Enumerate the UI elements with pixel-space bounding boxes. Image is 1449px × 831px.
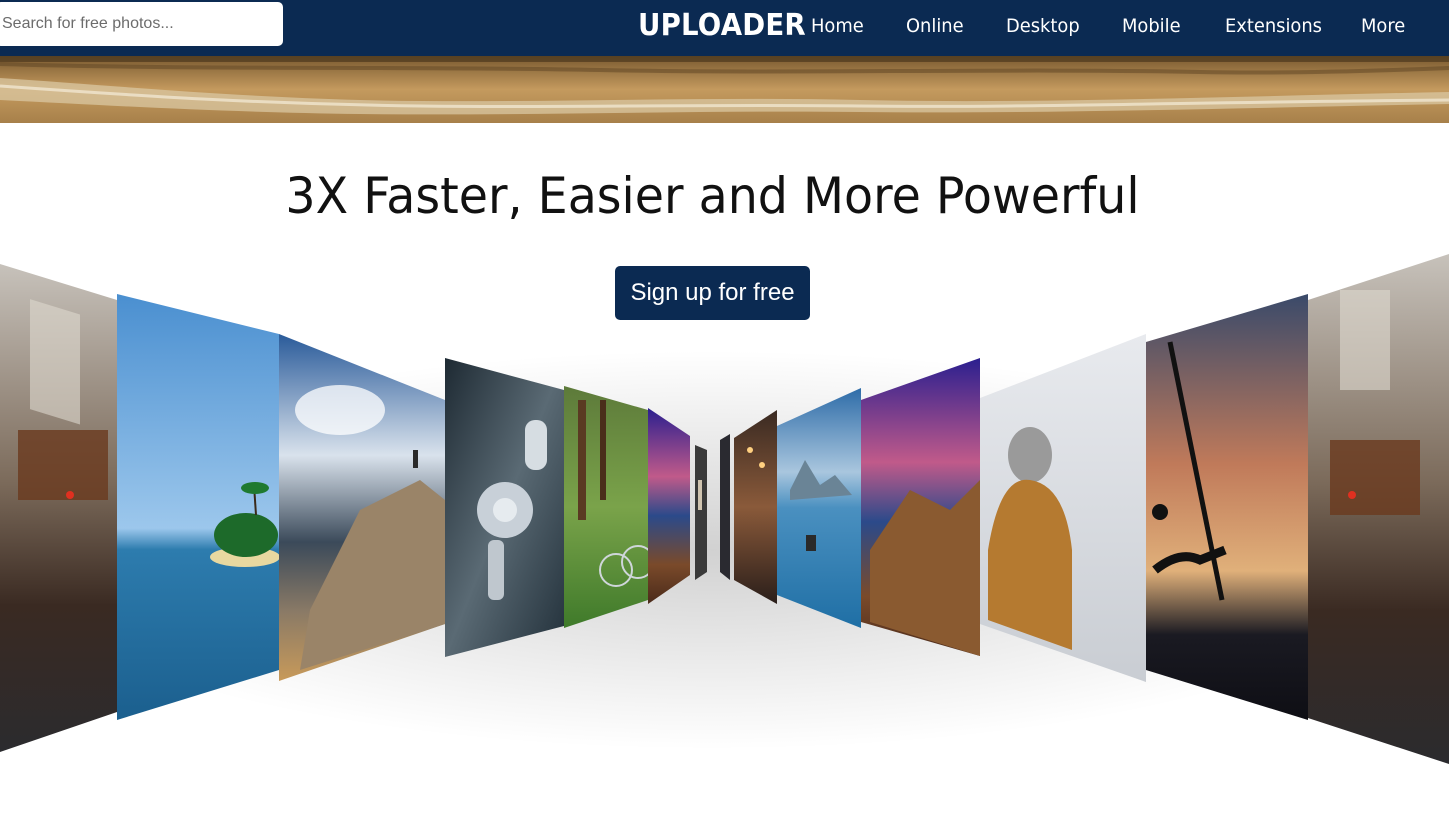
carousel-photo[interactable] <box>695 445 707 580</box>
nav-desktop[interactable]: Desktop <box>1006 14 1080 38</box>
carousel-photo[interactable] <box>445 358 564 657</box>
carousel-photo[interactable] <box>564 386 655 628</box>
nav-online[interactable]: Online <box>906 14 964 38</box>
nav-extensions[interactable]: Extensions <box>1225 14 1322 38</box>
main-nav: Home Online Desktop Mobile Extensions Mo… <box>0 0 1449 52</box>
carousel-photo[interactable] <box>648 408 690 604</box>
beach-banner-image <box>0 56 1449 123</box>
top-navigation-bar: UPLOADER Home Online Desktop Mobile Exte… <box>0 0 1449 56</box>
carousel-photo[interactable] <box>117 294 280 720</box>
nav-home[interactable]: Home <box>811 14 864 38</box>
nav-more[interactable]: More <box>1361 14 1405 38</box>
carousel-photo[interactable] <box>1308 254 1449 764</box>
carousel-photo[interactable] <box>1146 294 1308 720</box>
page-headline: 3X Faster, Easier and More Powerful <box>285 167 1140 225</box>
sign-up-button[interactable]: Sign up for free <box>615 266 810 320</box>
photo-carousel[interactable] <box>0 250 1449 770</box>
carousel-photo[interactable] <box>0 264 117 752</box>
carousel-photo[interactable] <box>720 434 730 580</box>
carousel-photo[interactable] <box>777 388 861 628</box>
carousel-photo[interactable] <box>734 410 777 604</box>
carousel-photo[interactable] <box>861 358 980 656</box>
beach-waves-illustration <box>0 56 1449 123</box>
nav-mobile[interactable]: Mobile <box>1122 14 1181 38</box>
